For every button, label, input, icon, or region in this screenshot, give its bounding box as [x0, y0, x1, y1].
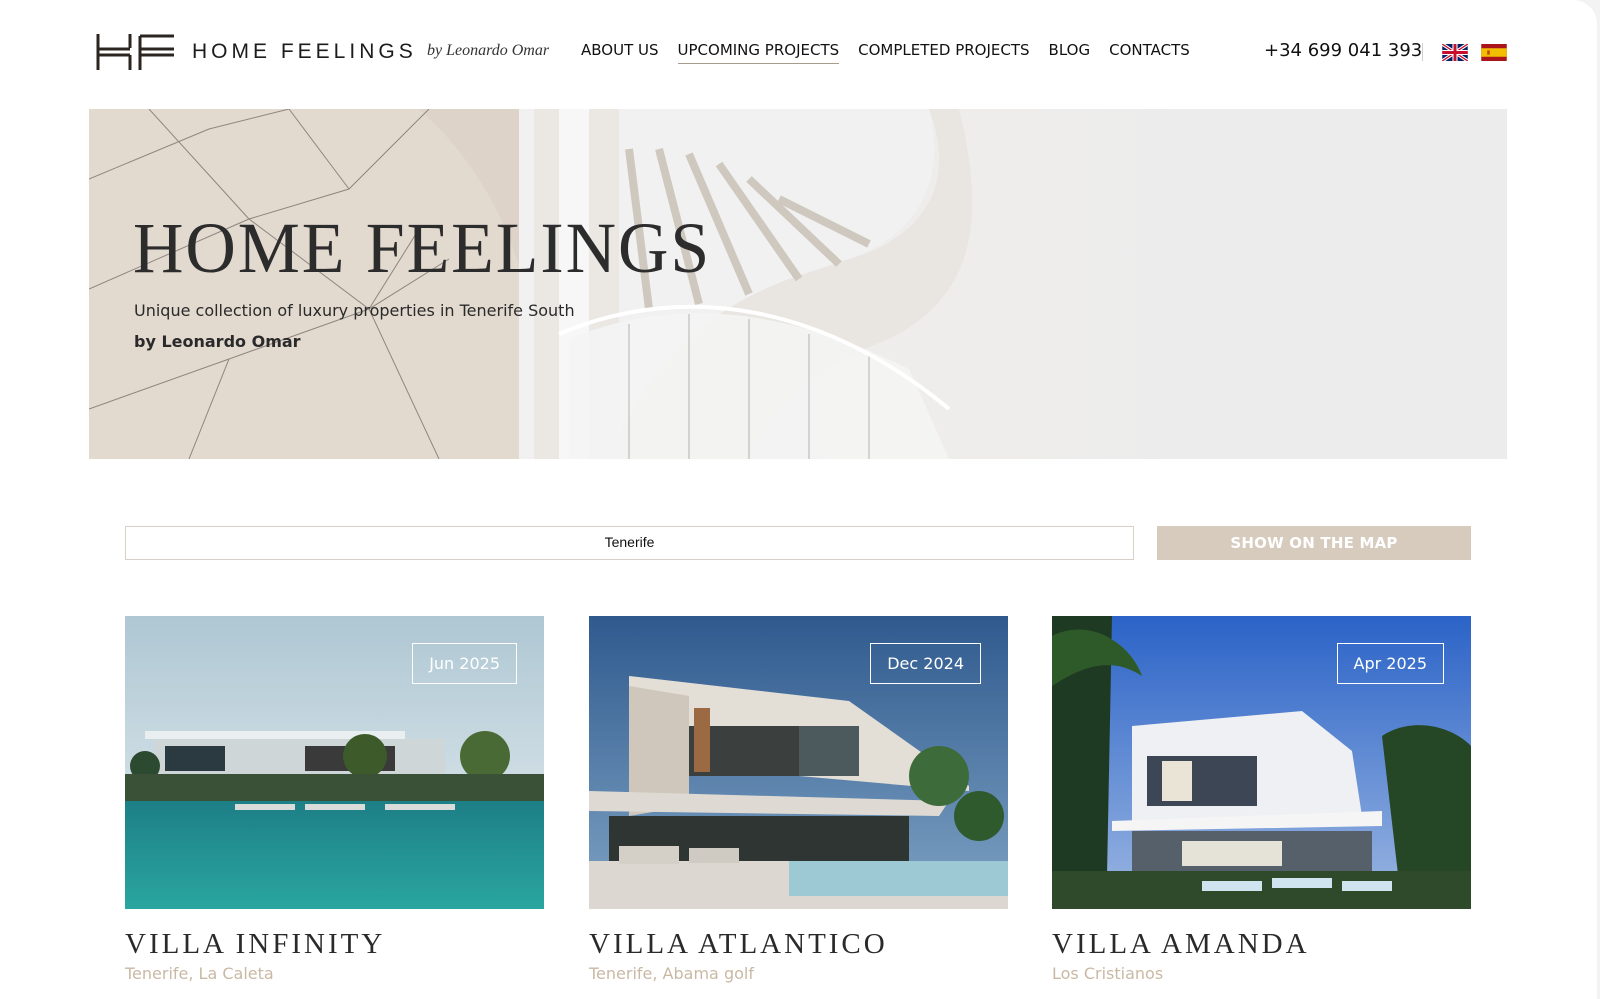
project-title[interactable]: VILLA AMANDA — [1052, 928, 1310, 961]
header-divider — [1422, 43, 1423, 61]
hero-subtitle: Unique collection of luxury properties i… — [134, 301, 575, 320]
completion-date-badge: Dec 2024 — [870, 643, 981, 684]
project-image[interactable]: Apr 2025 — [1052, 616, 1471, 909]
show-on-map-button[interactable]: SHOW ON THE MAP — [1157, 526, 1471, 560]
logo-byline: by Leonardo Omar — [427, 42, 550, 59]
project-image[interactable]: Jun 2025 — [125, 616, 544, 909]
nav-item-upcoming-projects[interactable]: UPCOMING PROJECTS — [677, 41, 840, 64]
uk-flag-icon[interactable] — [1442, 44, 1468, 61]
project-location: Tenerife, Abama golf — [589, 964, 754, 983]
project-location: Los Cristianos — [1052, 964, 1164, 983]
logo-title[interactable]: HOME FEELINGS — [192, 40, 417, 64]
project-title[interactable]: VILLA ATLANTICO — [589, 928, 888, 961]
hero-banner: HOME FEELINGS Unique collection of luxur… — [89, 109, 1507, 459]
nav-item-contacts[interactable]: CONTACTS — [1109, 41, 1190, 64]
nav-item-completed-projects[interactable]: COMPLETED PROJECTS — [858, 41, 1029, 64]
logo-mark-icon[interactable] — [96, 34, 176, 70]
hero-title: HOME FEELINGS — [133, 208, 712, 288]
hero-byline: by Leonardo Omar — [134, 332, 301, 351]
spain-flag-icon[interactable] — [1481, 44, 1507, 61]
project-title[interactable]: VILLA INFINITY — [125, 928, 385, 961]
project-image[interactable]: Dec 2024 — [589, 616, 1008, 909]
completion-date-badge: Jun 2025 — [412, 643, 517, 684]
site-header: HOME FEELINGS by Leonardo Omar ABOUT US … — [96, 30, 1508, 74]
phone-link[interactable]: +34 699 041 393 — [1264, 40, 1422, 61]
nav-item-blog[interactable]: BLOG — [1049, 41, 1091, 64]
nav-item-about-us[interactable]: ABOUT US — [581, 41, 659, 64]
page: HOME FEELINGS by Leonardo Omar ABOUT US … — [0, 0, 1597, 999]
completion-date-badge: Apr 2025 — [1336, 643, 1444, 684]
project-location: Tenerife, La Caleta — [125, 964, 274, 983]
location-search-input[interactable]: Tenerife — [125, 526, 1134, 560]
main-nav: ABOUT US UPCOMING PROJECTS COMPLETED PRO… — [581, 41, 1209, 64]
